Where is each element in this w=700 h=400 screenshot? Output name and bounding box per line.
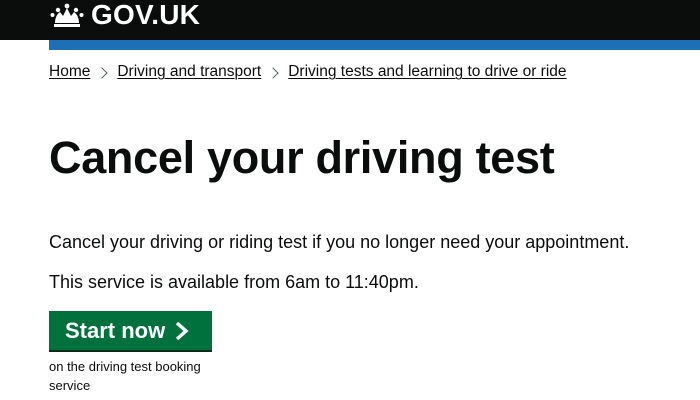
crown-icon bbox=[50, 3, 84, 27]
breadcrumb-link-driving-and-transport[interactable]: Driving and transport bbox=[117, 62, 261, 82]
start-now-label: Start now bbox=[65, 317, 166, 343]
breadcrumb-link-home[interactable]: Home bbox=[49, 62, 90, 82]
breadcrumb-link-driving-tests[interactable]: Driving tests and learning to drive or r… bbox=[288, 62, 566, 82]
logo-text: GOV.UK bbox=[91, 0, 201, 30]
intro-paragraph: Cancel your driving or riding test if yo… bbox=[49, 232, 630, 252]
start-now-button[interactable]: Start now bbox=[49, 311, 212, 350]
availability-paragraph: This service is available from 6am to 11… bbox=[49, 272, 419, 292]
site-header: GOV.UK bbox=[0, 0, 700, 40]
chevron-right-icon bbox=[96, 67, 109, 79]
page-title: Cancel your driving test bbox=[49, 132, 555, 183]
chevron-right-icon bbox=[267, 67, 279, 79]
header-accent-bar bbox=[49, 40, 700, 50]
chevron-right-icon bbox=[176, 321, 189, 340]
start-button-caption: on the driving test booking service bbox=[49, 359, 201, 393]
govuk-logo-link[interactable]: GOV.UK bbox=[49, 0, 200, 30]
breadcrumb: Home Driving and transport Driving tests… bbox=[49, 62, 567, 82]
